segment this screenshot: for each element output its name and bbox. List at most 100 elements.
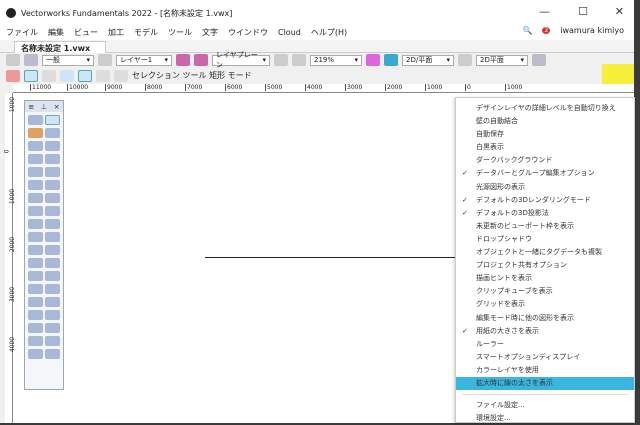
rounded-rect-tool-icon[interactable] — [28, 219, 43, 229]
search-icon[interactable]: 🔍 — [522, 26, 532, 35]
class-select[interactable]: 一般▾ — [42, 55, 94, 66]
class-options-icon[interactable] — [194, 54, 208, 66]
menu-item[interactable]: 自動保存 — [456, 128, 634, 141]
tool-icon[interactable] — [28, 193, 43, 203]
menu-model[interactable]: モデル — [134, 27, 158, 38]
text-tool-icon[interactable] — [45, 141, 60, 151]
eraser-tool-icon[interactable] — [28, 349, 43, 359]
flyover-icon[interactable] — [384, 54, 398, 66]
tool-icon[interactable] — [28, 297, 43, 307]
freehand-tool-icon[interactable] — [28, 245, 43, 255]
angle-tool-icon[interactable] — [45, 154, 60, 164]
mirror-tool-icon[interactable] — [28, 310, 43, 320]
back-icon[interactable] — [6, 54, 20, 66]
pin-icon[interactable]: ⊥ — [41, 103, 47, 111]
select-rect-icon[interactable] — [78, 70, 92, 82]
menu-item[interactable]: デザインレイヤの詳細レベルを自動切り換え — [456, 102, 634, 115]
render-icon[interactable] — [458, 54, 472, 66]
menu-modify[interactable]: 加工 — [108, 27, 124, 38]
menu-item[interactable]: ✓用紙の大きさを表示 — [456, 325, 634, 338]
menu-item-preferences[interactable]: 環境設定... — [456, 412, 634, 425]
palette-menu-icon[interactable]: ≡ — [28, 103, 34, 111]
menu-file[interactable]: ファイル — [6, 27, 38, 38]
polyline-tool-icon[interactable] — [45, 245, 60, 255]
tool-icon[interactable] — [45, 336, 60, 346]
menu-item[interactable]: グリッドを表示 — [456, 298, 634, 311]
saved-views-icon[interactable] — [274, 54, 288, 66]
menu-item[interactable]: ダークバックグラウンド — [456, 154, 634, 167]
double-line-tool-icon[interactable] — [28, 206, 43, 216]
user-name[interactable]: iwamura kimiyo — [560, 26, 624, 35]
lighting-icon[interactable] — [532, 54, 546, 66]
menu-item[interactable]: 未更新のビューポート枠を表示 — [456, 220, 634, 233]
tool-icon[interactable] — [28, 271, 43, 281]
polygon-select-icon[interactable] — [114, 70, 128, 82]
fillet-tool-icon[interactable] — [28, 336, 43, 346]
line-tool-icon[interactable] — [45, 193, 60, 203]
notification-badge[interactable]: 2 — [542, 27, 550, 34]
layer-select[interactable]: レイヤー1▾ — [116, 55, 172, 66]
lasso-icon[interactable] — [96, 70, 110, 82]
view-select[interactable]: 2D/平面▾ — [402, 55, 454, 66]
maximize-button[interactable]: ☐ — [578, 5, 588, 18]
menu-item[interactable]: ✓データバーとグループ編集オプション — [456, 167, 634, 180]
tool-icon[interactable] — [45, 258, 60, 268]
menu-window[interactable]: ウインドウ — [228, 27, 268, 38]
disable-snap-icon[interactable] — [6, 70, 20, 82]
tool-icon[interactable] — [45, 284, 60, 294]
menu-text[interactable]: 文字 — [202, 27, 218, 38]
palette-header[interactable]: ≡ ⊥ × — [25, 101, 63, 112]
circle-tool-icon[interactable] — [45, 219, 60, 229]
callout-tool-icon[interactable] — [45, 167, 60, 177]
menu-item[interactable]: オブジェクトと一緒にタグデータも複製 — [456, 246, 634, 259]
pan-tool-icon[interactable] — [28, 128, 43, 138]
rectangle-tool-icon[interactable] — [45, 206, 60, 216]
document-tab[interactable]: 名称未設定 1.vwx × — [14, 41, 106, 53]
transform-icon[interactable] — [60, 70, 74, 82]
menu-item[interactable]: 壁の自動結合 — [456, 115, 634, 128]
layer-options-icon[interactable] — [176, 54, 190, 66]
lasso-mode-icon[interactable] — [42, 70, 56, 82]
menu-view[interactable]: ビュー — [74, 27, 98, 38]
menu-item[interactable]: カラーレイヤを使用 — [456, 364, 634, 377]
tool-icon[interactable] — [45, 349, 60, 359]
class-icon[interactable] — [24, 54, 38, 66]
zoom-icon[interactable] — [292, 54, 306, 66]
menu-item[interactable]: 編集モード時に他の図形を表示 — [456, 312, 634, 325]
tool-icon[interactable] — [45, 323, 60, 333]
zoom-select[interactable]: 219%▾ — [310, 55, 362, 66]
render-select[interactable]: 2D平面▾ — [476, 55, 528, 66]
oval-tool-icon[interactable] — [28, 232, 43, 242]
tool-icon[interactable] — [28, 180, 43, 190]
close-button[interactable]: ✕ — [615, 5, 624, 18]
menu-item[interactable]: 描画ヒントを表示 — [456, 272, 634, 285]
rectangle-mode-icon[interactable] — [24, 70, 38, 82]
menu-item[interactable]: クリップキューブを表示 — [456, 285, 634, 298]
menu-cloud[interactable]: Cloud — [278, 28, 301, 37]
flyover-tool-icon[interactable] — [45, 128, 60, 138]
menu-tools[interactable]: ツール — [168, 27, 192, 38]
menu-item[interactable]: スマートオプションディスプレイ — [456, 351, 634, 364]
menu-edit[interactable]: 編集 — [48, 27, 64, 38]
minimize-button[interactable]: — — [539, 5, 550, 18]
tool-icon[interactable] — [45, 297, 60, 307]
drawn-line[interactable] — [205, 257, 455, 258]
palette-close-icon[interactable]: × — [54, 103, 60, 111]
eyedropper-tool-icon[interactable] — [28, 284, 43, 294]
menu-item-file-settings[interactable]: ファイル設定... — [456, 399, 634, 412]
quarter-arc-tool-icon[interactable] — [45, 232, 60, 242]
plane-select[interactable]: レイヤプレーン▾ — [212, 55, 270, 66]
dimension-tool-icon[interactable] — [28, 154, 43, 164]
layer-icon[interactable] — [98, 54, 112, 66]
tool-icon[interactable] — [28, 323, 43, 333]
basic-tool-palette[interactable]: ≡ ⊥ × — [24, 100, 64, 390]
menu-item[interactable]: ✓デフォルトの3Dレンダリングモード — [456, 194, 634, 207]
menu-item[interactable]: 光源図形の表示 — [456, 181, 634, 194]
page-icon[interactable] — [366, 54, 380, 66]
spiral-tool-icon[interactable] — [45, 271, 60, 281]
selection-tool-icon[interactable] — [45, 115, 60, 125]
menu-item[interactable]: 拡大時に線の太さを表示 — [456, 377, 634, 390]
polygon-tool-icon[interactable] — [28, 258, 43, 268]
locus-tool-icon[interactable] — [45, 180, 60, 190]
menu-item[interactable]: ルーラー — [456, 338, 634, 351]
